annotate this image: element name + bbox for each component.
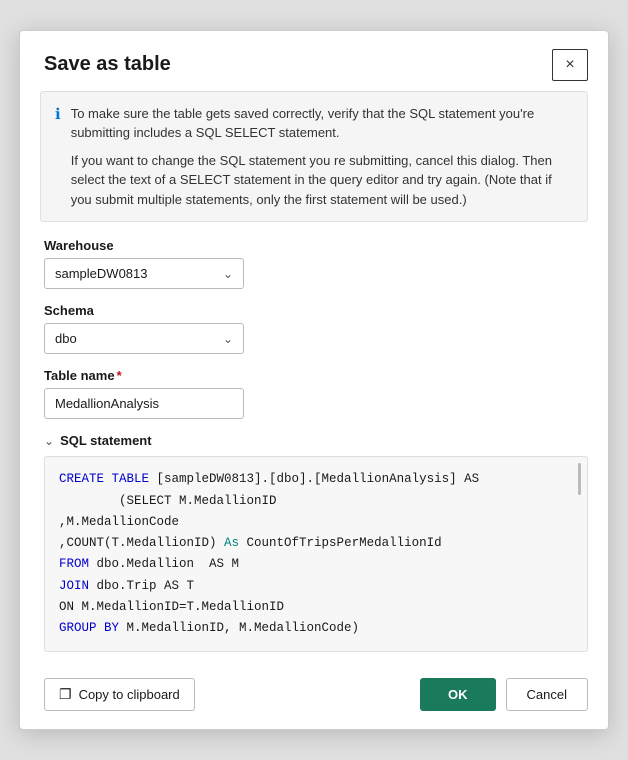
sql-chevron-icon: ⌄ xyxy=(44,434,54,448)
warehouse-label: Warehouse xyxy=(44,238,588,253)
sql-line-7: ON M.MedallionID=T.MedallionID xyxy=(59,597,573,618)
cancel-button[interactable]: Cancel xyxy=(506,678,588,711)
sql-code-box: CREATE TABLE [sampleDW0813].[dbo].[Medal… xyxy=(44,456,588,652)
sql-line-2: (SELECT M.MedallionID xyxy=(59,491,573,512)
dialog-title: Save as table xyxy=(44,53,171,76)
table-name-label: Table name* xyxy=(44,368,588,383)
info-icon: ℹ xyxy=(55,105,61,210)
schema-chevron-icon: ⌄ xyxy=(223,332,233,346)
warehouse-dropdown-wrapper: sampleDW0813 ⌄ xyxy=(44,258,588,289)
sql-line-4: ,COUNT(T.MedallionID) As CountOfTripsPer… xyxy=(59,533,573,554)
info-text: To make sure the table gets saved correc… xyxy=(71,104,573,210)
sql-section-header[interactable]: ⌄ SQL statement xyxy=(44,433,588,448)
info-line1: To make sure the table gets saved correc… xyxy=(71,104,573,143)
close-button[interactable]: × xyxy=(552,49,588,81)
warehouse-chevron-icon: ⌄ xyxy=(223,267,233,281)
schema-dropdown[interactable]: dbo ⌄ xyxy=(44,323,244,354)
copy-icon: ❐ xyxy=(59,686,72,703)
info-box: ℹ To make sure the table gets saved corr… xyxy=(40,91,588,223)
sql-line-5: FROM dbo.Medallion AS M xyxy=(59,554,573,575)
schema-label: Schema xyxy=(44,303,588,318)
info-line2: If you want to change the SQL statement … xyxy=(71,151,573,210)
sql-section-label: SQL statement xyxy=(60,433,152,448)
schema-dropdown-wrapper: dbo ⌄ xyxy=(44,323,588,354)
ok-button[interactable]: OK xyxy=(420,678,496,711)
sql-line-6: JOIN dbo.Trip AS T xyxy=(59,576,573,597)
save-as-table-dialog: Save as table × ℹ To make sure the table… xyxy=(19,30,609,731)
footer-actions: OK Cancel xyxy=(420,678,588,711)
copy-label: Copy to clipboard xyxy=(79,687,180,702)
form-section: Warehouse sampleDW0813 ⌄ Schema dbo ⌄ Ta… xyxy=(20,238,608,652)
sql-line-3: ,M.MedallionCode xyxy=(59,512,573,533)
scrollbar xyxy=(578,463,581,495)
warehouse-value: sampleDW0813 xyxy=(55,266,148,281)
schema-value: dbo xyxy=(55,331,77,346)
sql-line-8: GROUP BY M.MedallionID, M.MedallionCode) xyxy=(59,618,573,639)
warehouse-dropdown[interactable]: sampleDW0813 ⌄ xyxy=(44,258,244,289)
dialog-header: Save as table × xyxy=(20,31,608,91)
copy-to-clipboard-button[interactable]: ❐ Copy to clipboard xyxy=(44,678,195,711)
table-name-input[interactable] xyxy=(44,388,244,419)
required-indicator: * xyxy=(117,368,122,383)
sql-line-1: CREATE TABLE [sampleDW0813].[dbo].[Medal… xyxy=(59,469,573,490)
dialog-footer: ❐ Copy to clipboard OK Cancel xyxy=(20,668,608,729)
